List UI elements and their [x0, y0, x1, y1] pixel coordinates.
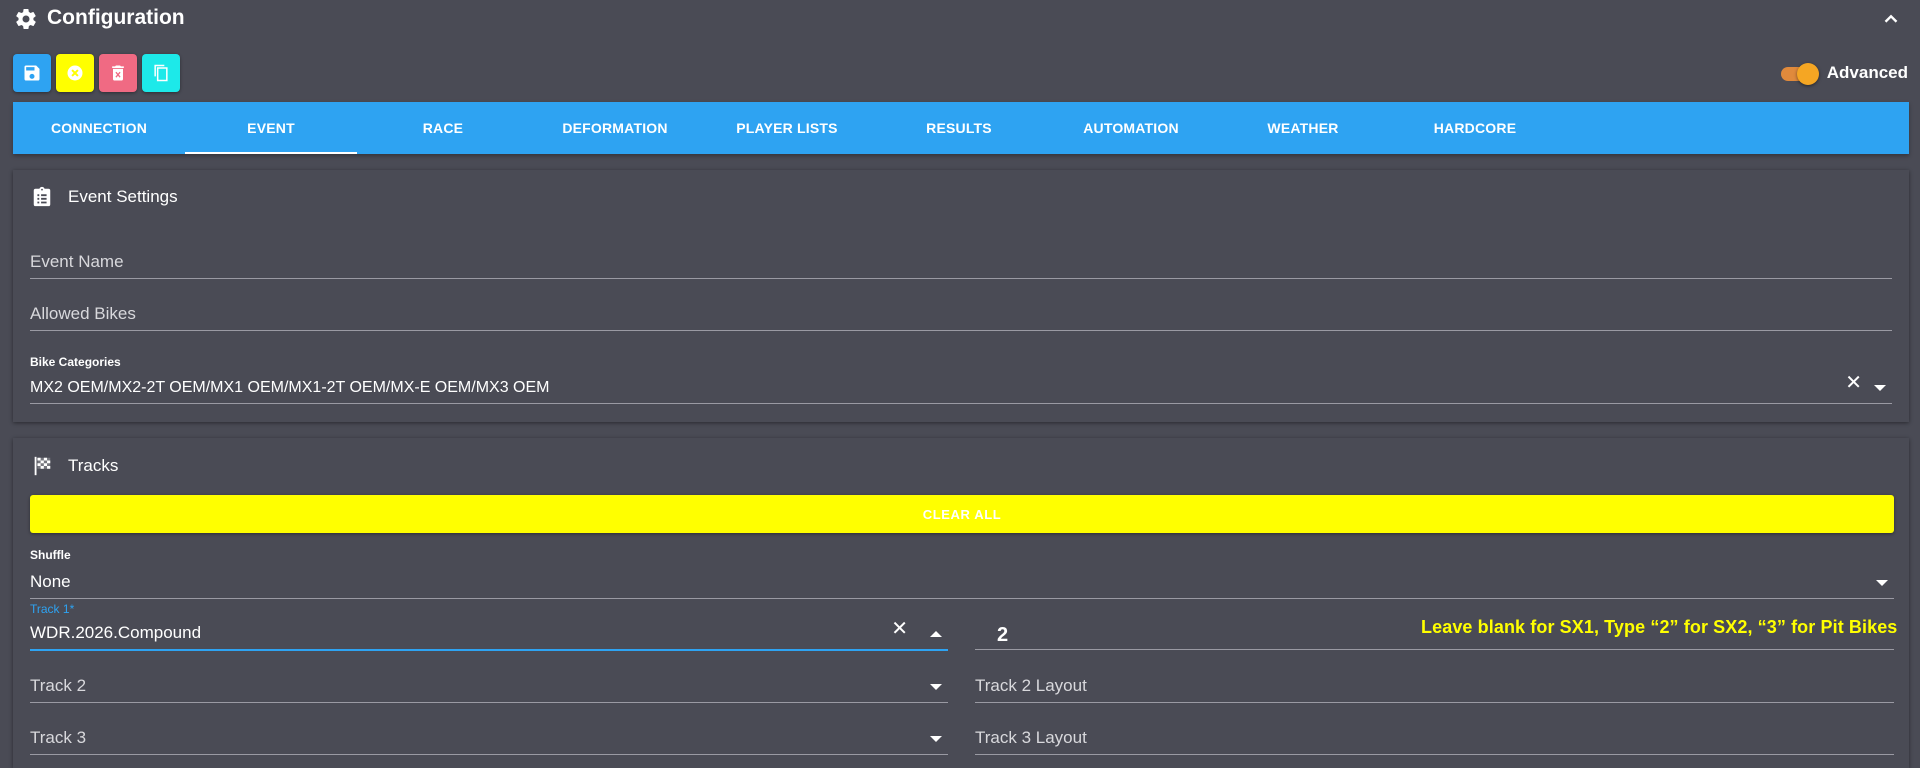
- chevron-up-icon[interactable]: [930, 631, 942, 637]
- tab-event[interactable]: EVENT: [185, 102, 357, 154]
- delete-icon: [112, 65, 124, 81]
- page-title: Configuration: [47, 6, 185, 29]
- tab-connection[interactable]: CONNECTION: [13, 102, 185, 154]
- advanced-toggle[interactable]: Advanced: [1779, 60, 1908, 86]
- bike-categories-value: MX2 OEM/MX2-2T OEM/MX1 OEM/MX1-2T OEM/MX…: [30, 379, 550, 396]
- layout-hint: Leave blank for SX1, Type “2” for SX2, “…: [1421, 617, 1898, 637]
- chevron-down-icon[interactable]: [930, 684, 942, 690]
- shuffle-select[interactable]: Shuffle None: [30, 546, 1894, 599]
- allowed-bikes-placeholder: Allowed Bikes: [30, 304, 136, 323]
- checkered-flag-icon: [34, 456, 51, 476]
- delete-button[interactable]: [99, 54, 137, 92]
- save-icon: [24, 65, 40, 81]
- tab-deformation[interactable]: DEFORMATION: [529, 102, 701, 154]
- tab-bar: CONNECTION EVENT RACE DEFORMATION PLAYER…: [13, 102, 1909, 154]
- event-settings-title: Event Settings: [68, 187, 178, 206]
- config-header: Configuration: [0, 0, 1920, 40]
- clipboard-icon: [33, 186, 51, 207]
- tab-results[interactable]: RESULTS: [873, 102, 1045, 154]
- track2-layout-field[interactable]: Track 2 Layout: [975, 658, 1894, 703]
- track1-input[interactable]: WDR.2026.Compound: [30, 623, 201, 643]
- advanced-label: Advanced: [1826, 63, 1908, 82]
- track1-select[interactable]: Track 1* WDR.2026.Compound ✕: [30, 600, 948, 651]
- track3-select[interactable]: Track 3: [30, 710, 948, 755]
- event-name-field[interactable]: Event Name: [30, 234, 1892, 279]
- chevron-down-icon[interactable]: [1876, 580, 1888, 586]
- track3-layout-field[interactable]: Track 3 Layout: [975, 710, 1894, 755]
- tab-race[interactable]: RACE: [357, 102, 529, 154]
- close-icon[interactable]: ✕: [891, 616, 908, 641]
- track2-layout-placeholder: Track 2 Layout: [975, 676, 1087, 695]
- tracks-title: Tracks: [68, 456, 119, 475]
- track2-select[interactable]: Track 2: [30, 658, 948, 703]
- close-icon[interactable]: ✕: [1845, 370, 1862, 395]
- chevron-down-icon[interactable]: [930, 736, 942, 742]
- tab-player-lists[interactable]: PLAYER LISTS: [701, 102, 873, 154]
- bike-categories-label: Bike Categories: [30, 355, 121, 369]
- track1-layout-value[interactable]: 2: [997, 624, 1008, 647]
- chevron-up-icon[interactable]: [1880, 8, 1902, 30]
- track2-placeholder: Track 2: [30, 676, 87, 695]
- allowed-bikes-field[interactable]: Allowed Bikes: [30, 286, 1892, 331]
- shuffle-value: None: [30, 572, 71, 591]
- event-settings-header: Event Settings: [31, 182, 178, 212]
- cancel-circle-icon: [67, 65, 83, 81]
- bike-categories-select[interactable]: Bike Categories MX2 OEM/MX2-2T OEM/MX1 O…: [30, 353, 1892, 404]
- event-name-placeholder: Event Name: [30, 252, 124, 271]
- tracks-header: Tracks: [31, 451, 118, 481]
- tab-hardcore[interactable]: HARDCORE: [1389, 102, 1561, 154]
- cancel-button[interactable]: [56, 54, 94, 92]
- copy-button[interactable]: [142, 54, 180, 92]
- shuffle-label: Shuffle: [30, 548, 71, 562]
- copy-icon: [154, 64, 168, 82]
- event-settings-card: Event Settings Event Name Allowed Bikes …: [13, 170, 1909, 422]
- save-button[interactable]: [13, 54, 51, 92]
- advanced-switch[interactable]: [1779, 63, 1819, 85]
- track1-label: Track 1*: [30, 602, 75, 616]
- tab-weather[interactable]: WEATHER: [1217, 102, 1389, 154]
- chevron-down-icon[interactable]: [1874, 385, 1886, 391]
- track3-placeholder: Track 3: [30, 728, 87, 747]
- clear-all-button[interactable]: CLEAR ALL: [30, 495, 1894, 533]
- track3-layout-placeholder: Track 3 Layout: [975, 728, 1087, 747]
- gear-icon: [16, 9, 36, 30]
- tab-automation[interactable]: AUTOMATION: [1045, 102, 1217, 154]
